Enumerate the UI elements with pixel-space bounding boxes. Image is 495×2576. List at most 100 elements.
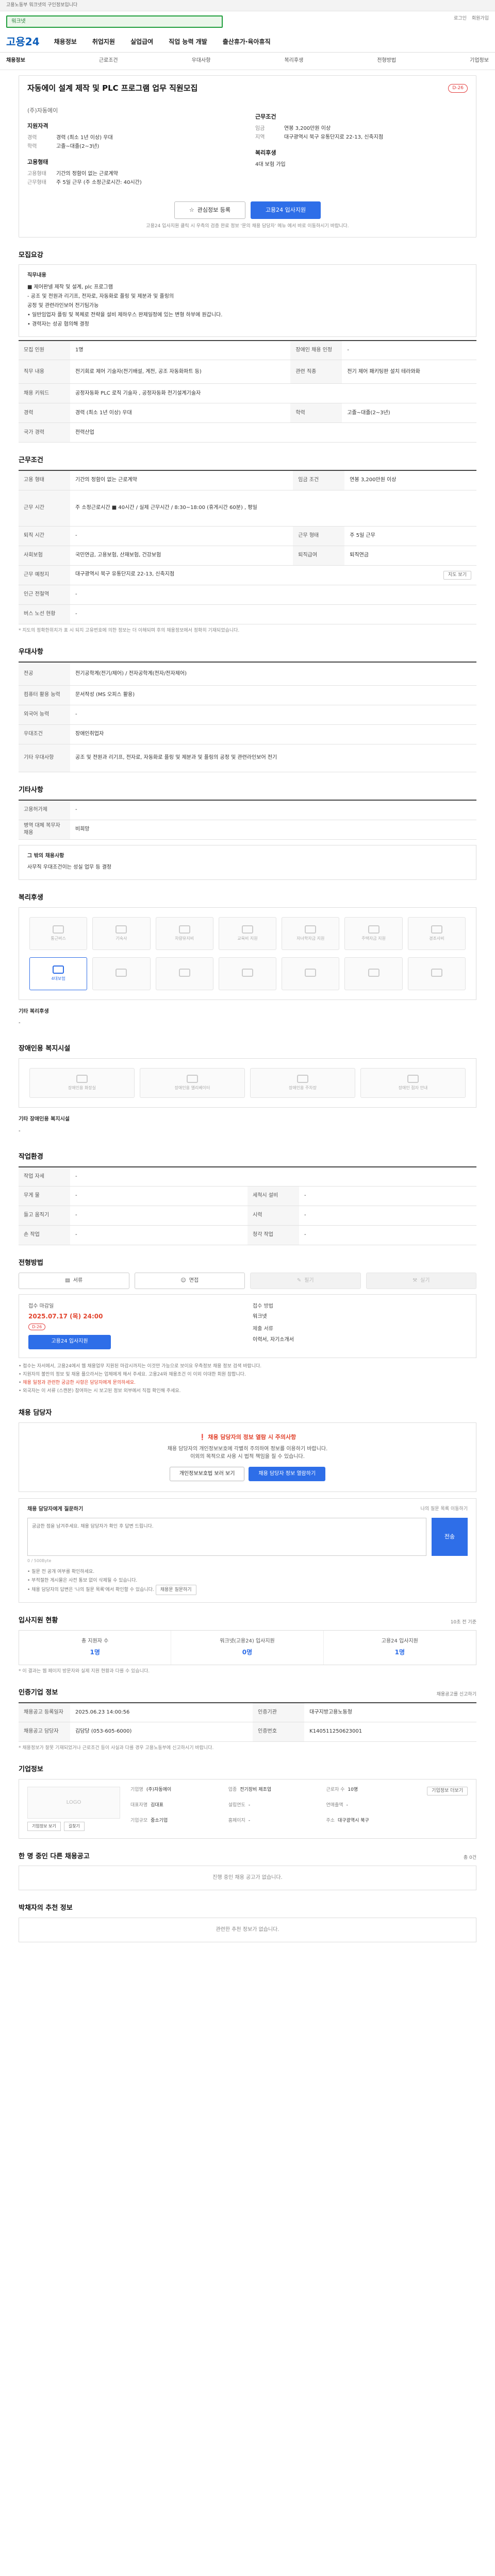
stat-value: 1명 [90,1649,100,1656]
warning-line: 이외의 목적으로 사용 시 법적 책임을 질 수 있습니다. [190,1453,305,1460]
shield-icon [53,965,64,974]
company-name[interactable]: (주)자동에이 [27,107,240,115]
info-key: 홈페이지 [228,1818,245,1823]
cell-value: - [70,1206,248,1226]
company-more-button[interactable]: 기업정보 더보기 [427,1786,468,1795]
welfare-item [407,957,466,990]
info-key: 주소 [326,1818,335,1823]
view-contact-button[interactable]: 채용 담당자 정보 열람하기 [249,1467,326,1482]
cell-value: - [342,340,476,361]
privacy-law-button[interactable]: 개인정보보호법 보러 보기 [169,1467,245,1482]
cell-value: - [70,705,476,725]
stats-updated: 10초 전 기준 [450,1619,476,1625]
table-row: 퇴직 시간 - 근무 형태 주 5일 근무 [19,526,476,546]
cell-value: 비희망 [70,820,476,840]
stats-title: 입사지원 현황 [19,1616,58,1624]
send-button[interactable]: 전송 [432,1517,468,1556]
other-jobs-empty: 진행 중인 채용 공고가 없습니다. [19,1866,476,1891]
elevator-icon [187,1075,198,1083]
search-input[interactable]: 워크넷 [6,15,223,28]
report-link[interactable]: 채용공고를 신고하기 [437,1691,476,1698]
tab-preferences[interactable]: 우대사항 [192,57,211,65]
table-row: 컴퓨터 활용 능력 문서작성 (MS 오피스 활용) [19,685,476,706]
tab-welfare[interactable]: 복리후생 [284,57,303,65]
byte-counter: 0 / 500Byte [27,1558,52,1563]
stat-label: 워크넷(고용24) 입사지원 [220,1638,275,1644]
inquiry-note: 부적절한 게시물은 사전 통보 없이 삭제될 수 있습니다. [31,1578,138,1583]
welfare-label: 차량유지비 [175,936,194,941]
apply-button[interactable]: 고용24 입사지원 [250,201,321,219]
stat-label: 총 지원자 수 [81,1638,109,1644]
info-value: 10명 [348,1787,358,1792]
save-interest-button[interactable]: ☆ 관심정보 등록 [174,201,245,219]
info-value: - [346,1802,348,1808]
welfare-item: 기숙사 [92,917,151,950]
cell-value: 기간의 정함이 없는 근로계약 [70,470,293,490]
tab-conditions[interactable]: 근로조건 [99,57,118,65]
my-questions-link[interactable]: 나의 질문 목록 이동하기 [421,1506,468,1514]
job-description-line: • 경력자는 성공 협의해 결정 [27,321,89,327]
welfare-item: 경조사비 [407,917,466,950]
search-value: 워크넷 [11,18,26,24]
deadline-label: 접수 마감일 [28,1303,54,1309]
cell-value: - [70,526,293,546]
info-value: 중소기업 [151,1818,168,1823]
tab-recruit[interactable]: 채용정보 [6,57,25,65]
nav-job-info[interactable]: 채용정보 [54,38,77,46]
directions-button[interactable]: 길찾기 [63,1821,85,1831]
warning-line: 채용 담당자의 개인정보보호에 각별히 주의하여 정보를 이용하기 바랍니다. [167,1446,328,1452]
welfare-item: 주택자금 지원 [344,917,403,950]
disabled-title: 장애인용 복지시설 [19,1045,71,1053]
cond-key: 지역 [255,134,265,140]
section-tabs: 채용정보 근로조건 우대사항 복리후생 전형방법 기업정보 [0,53,495,70]
table-row: 손 작업 - 청각 작업 - [19,1225,476,1246]
tab-company[interactable]: 기업정보 [470,57,489,65]
table-row: 버스 노선 현황 - [19,604,476,624]
inquiry-note: 채용 담당자의 답변은 '나의 질문 목록'에서 확인할 수 있습니다. [31,1587,154,1592]
cell-key: 퇴직 시간 [19,526,70,546]
inquiry-textarea[interactable] [27,1517,426,1556]
step-label: 실기 [420,1277,430,1283]
send-label: 전송 [444,1533,455,1540]
cell-key: 학력 [290,403,342,423]
cell-key: 근무 시간 [19,490,70,527]
cell-key: 근무 예정지 [19,565,70,585]
info-key: 기업규모 [130,1818,148,1823]
job-description-box: 직무내용 ■ 제어판넬 제작 및 설계, plc 프로그램 - 공조 및 전원과… [19,264,476,337]
conditions-title: 근무조건 [19,456,43,465]
site-logo[interactable]: 고용24 [6,35,40,49]
cell-key: 청각 작업 [248,1225,299,1246]
facility-item: 장애인 점자 안내 [360,1068,466,1098]
info-value: 대구광역시 북구 [338,1818,369,1823]
apply-label: 고용24 입사지원 [51,1338,88,1345]
facility-item: 장애인용 엘리베이터 [140,1068,245,1098]
ask-button[interactable]: 채용문 질문하기 [155,1584,196,1595]
step-interview: ☺ 면접 [134,1272,245,1289]
stat-item: 워크넷(고용24) 입사지원 0명 [171,1630,324,1665]
map-button[interactable]: 지도 보기 [443,570,471,580]
notice-footnote: * 채용정보가 잘못 기재되었거나 근로조건 등이 사실과 다를 경우 고용노동… [19,1745,214,1751]
nav-training[interactable]: 직업 능력 개발 [169,38,207,46]
stat-label: 고용24 입사지원 [381,1638,418,1644]
company-title: 기업정보 [19,1766,43,1774]
nav-unemployment[interactable]: 실업급여 [130,38,153,46]
login-link[interactable]: 로그인 [454,15,467,22]
join-link[interactable]: 회원가입 [472,15,489,22]
facility-label: 장애인용 화장실 [68,1086,96,1091]
conditions-table: 고용 형태 기간의 정함이 없는 근로계약 임금 조건 연봉 3,200만원 이상 근… [19,470,476,624]
info-value: (주)자동에이 [146,1787,172,1792]
cell-value: - [70,800,476,820]
cell-value: 2025.06.23 14:00:56 [70,1702,253,1723]
qual-value: 고졸~대졸(2~3년) [56,143,100,149]
cell-value: 고졸~대졸(2~3년) [342,403,476,423]
env-table: 작업 자세 - 무게 물 - 세척시 설비 - 들고 움직기 - 시력 - 손 작업 - 청각 작… [19,1166,476,1246]
type-value: 주 5일 근무 (주 소정근로시간: 40시간) [56,179,142,185]
company-info-button[interactable]: 기업정보 보기 [27,1821,61,1831]
cond-key: 임금 [255,125,265,131]
apply-button-2[interactable]: 고용24 입사지원 [28,1334,111,1349]
cell-key: 컴퓨터 활용 능력 [19,685,70,706]
job-description-line: • 일반임업자 플링 및 복체로 전략을 설비 제하우스 완제일정에 있는 변형… [27,312,223,318]
tab-selection[interactable]: 전형방법 [377,57,396,65]
nav-job-support[interactable]: 취업지원 [92,38,115,46]
nav-leave[interactable]: 출산휴가·육아휴직 [223,38,271,46]
